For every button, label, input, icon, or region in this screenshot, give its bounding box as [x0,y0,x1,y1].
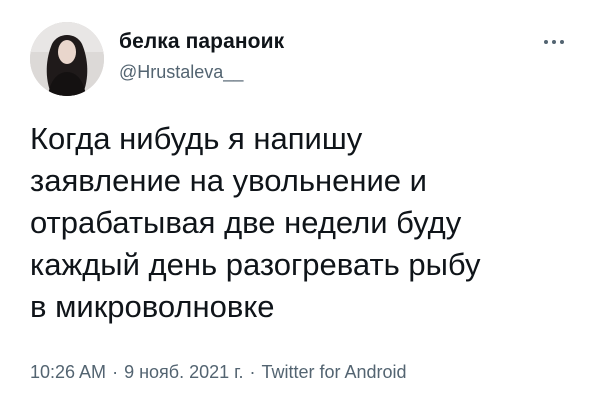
tweet-text: Когда нибудь я напишу заявление на уволь… [30,118,570,328]
avatar[interactable] [30,22,104,96]
tweet-date[interactable]: 9 нояб. 2021 г. [124,362,243,382]
tweet-card: белка параноик @Hrustaleva__ Когда нибуд… [0,0,600,408]
avatar-image [30,22,104,96]
tweet-text-line: каждый день разогревать рыбу [30,247,481,282]
more-options-button[interactable] [534,28,574,56]
meta-separator: · [249,362,256,382]
tweet-metadata: 10:26 AM · 9 нояб. 2021 г. · Twitter for And… [30,362,407,383]
user-handle[interactable]: @Hrustaleva__ [119,62,243,83]
meta-separator: · [112,362,119,382]
tweet-text-line: отрабатывая две недели буду [30,205,462,240]
more-horizontal-icon [542,40,566,44]
tweet-text-line: заявление на увольнение и [30,163,427,198]
tweet-text-line: в микроволновке [30,289,275,324]
display-name[interactable]: белка параноик [119,30,284,54]
tweet-source-link[interactable]: Twitter for Android [262,362,407,382]
tweet-text-line: Когда нибудь я напишу [30,121,363,156]
tweet-time[interactable]: 10:26 AM [30,362,106,382]
